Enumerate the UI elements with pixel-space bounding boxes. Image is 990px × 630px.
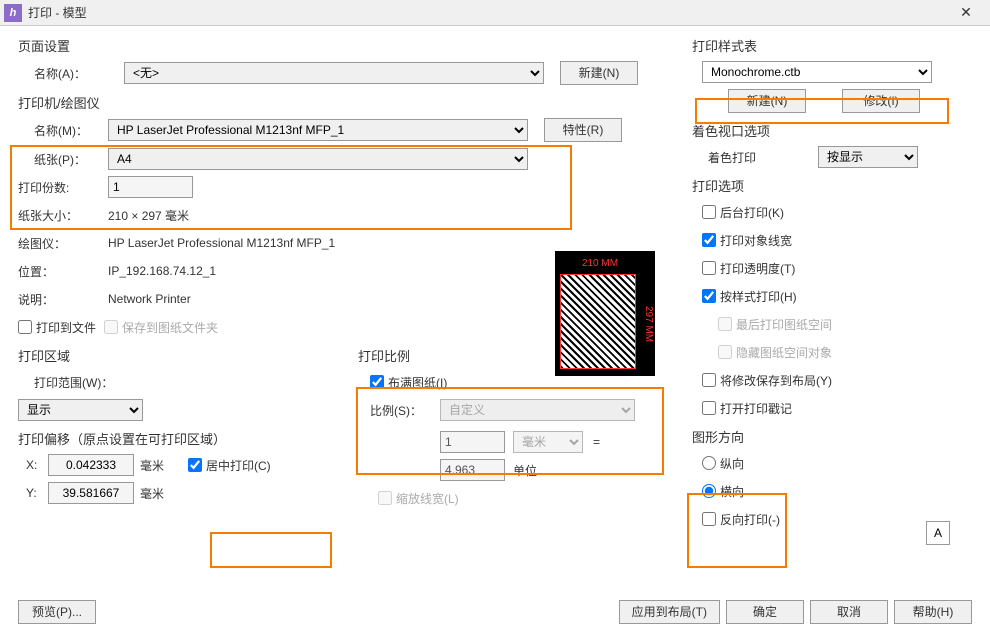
print-to-file-checkbox[interactable]: 打印到文件 bbox=[18, 319, 96, 336]
highlight-center-plot bbox=[210, 532, 332, 568]
paper-width-dim: 210 MM bbox=[556, 258, 644, 269]
window-title: 打印 - 模型 bbox=[28, 4, 946, 21]
plot-stamp-checkbox[interactable]: 打开打印戳记 bbox=[702, 400, 792, 417]
page-setup-name-label: 名称(A)： bbox=[34, 65, 124, 82]
shade-plot-select[interactable]: 按显示 bbox=[818, 146, 918, 168]
plot-area-title: 打印区域 bbox=[18, 346, 348, 365]
page-setup-new-button[interactable]: 新建(N) bbox=[560, 61, 638, 85]
printer-name-label: 名称(M)： bbox=[18, 122, 108, 139]
style-new-button[interactable]: 新建(N) bbox=[728, 89, 806, 113]
paper-select[interactable]: A4 bbox=[108, 148, 528, 170]
plot-range-label: 打印范围(W)： bbox=[34, 374, 113, 391]
plotter-label: 绘图仪： bbox=[18, 235, 108, 252]
offset-y-unit: 毫米 bbox=[140, 485, 164, 502]
center-plot-checkbox[interactable]: 居中打印(C) bbox=[188, 457, 271, 474]
preview-button[interactable]: 预览(P)... bbox=[18, 600, 96, 624]
scale-numerator-input bbox=[440, 431, 505, 453]
scale-lineweights-checkbox: 缩放线宽(L) bbox=[378, 490, 459, 507]
shaded-viewport-title: 着色视口选项 bbox=[692, 121, 972, 140]
location-label: 位置： bbox=[18, 263, 108, 280]
description-label: 说明： bbox=[18, 291, 108, 308]
page-setup-name-select[interactable]: <无> bbox=[124, 62, 544, 84]
plot-range-select[interactable]: 显示 bbox=[18, 399, 143, 421]
portrait-radio[interactable]: 纵向 bbox=[702, 455, 744, 472]
background-plot-checkbox[interactable]: 后台打印(K) bbox=[702, 204, 784, 221]
plot-transparency-checkbox[interactable]: 打印透明度(T) bbox=[702, 260, 795, 277]
reverse-plot-checkbox[interactable]: 反向打印(-) bbox=[702, 511, 780, 528]
location-value: IP_192.168.74.12_1 bbox=[108, 264, 216, 278]
scale-denominator-unit: 单位 bbox=[513, 462, 583, 479]
equals-sign: = bbox=[593, 435, 600, 449]
description-value: Network Printer bbox=[108, 292, 191, 306]
scale-numerator-unit-select: 毫米 bbox=[513, 431, 583, 453]
plot-options-title: 打印选项 bbox=[692, 176, 972, 195]
fit-paper-checkbox[interactable]: 布满图纸(I) bbox=[370, 374, 447, 391]
scale-select: 自定义 bbox=[440, 399, 635, 421]
offset-y-input[interactable] bbox=[48, 482, 134, 504]
style-modify-button[interactable]: 修改(I) bbox=[842, 89, 920, 113]
save-to-folder-checkbox: 保存到图纸文件夹 bbox=[104, 319, 218, 336]
plot-lineweights-checkbox[interactable]: 打印对象线宽 bbox=[702, 232, 792, 249]
printer-properties-button[interactable]: 特性(R) bbox=[544, 118, 622, 142]
ok-button[interactable]: 确定 bbox=[726, 600, 804, 624]
copies-label: 打印份数: bbox=[18, 179, 108, 196]
offset-x-label: X: bbox=[26, 458, 48, 472]
offset-x-unit: 毫米 bbox=[140, 457, 164, 474]
offset-y-label: Y: bbox=[26, 486, 48, 500]
paper-size-value: 210 × 297 毫米 bbox=[108, 207, 189, 224]
style-table-select[interactable]: Monochrome.ctb bbox=[702, 61, 932, 83]
plot-paper-last-checkbox: 最后打印图纸空间 bbox=[718, 316, 832, 333]
copies-input[interactable] bbox=[108, 176, 193, 198]
save-layout-changes-checkbox[interactable]: 将修改保存到布局(Y) bbox=[702, 372, 832, 389]
plot-styles-checkbox[interactable]: 按样式打印(H) bbox=[702, 288, 797, 305]
cancel-button[interactable]: 取消 bbox=[810, 600, 888, 624]
close-button[interactable]: ✕ bbox=[946, 0, 986, 25]
plotter-value: HP LaserJet Professional M1213nf MFP_1 bbox=[108, 236, 335, 250]
plot-offset-title: 打印偏移（原点设置在可打印区域） bbox=[18, 429, 348, 448]
scale-label: 比例(S)： bbox=[370, 402, 440, 419]
help-button[interactable]: 帮助(H) bbox=[894, 600, 972, 624]
orientation-title: 图形方向 bbox=[692, 427, 972, 446]
paper-label: 纸张(P)： bbox=[18, 151, 108, 168]
scale-denominator-input bbox=[440, 459, 505, 481]
paper-preview: 210 MM 297 MM bbox=[555, 251, 655, 376]
printer-title: 打印机/绘图仪 bbox=[18, 93, 673, 112]
hide-paper-objects-checkbox: 隐藏图纸空间对象 bbox=[718, 344, 832, 361]
style-table-title: 打印样式表 bbox=[692, 36, 972, 55]
offset-x-input[interactable] bbox=[48, 454, 134, 476]
app-icon: h bbox=[4, 4, 22, 22]
orientation-icon: A bbox=[926, 521, 950, 545]
shade-plot-label: 着色打印 bbox=[708, 149, 818, 166]
landscape-radio[interactable]: 横向 bbox=[702, 483, 744, 500]
printer-name-select[interactable]: HP LaserJet Professional M1213nf MFP_1 bbox=[108, 119, 528, 141]
paper-size-label: 纸张大小： bbox=[18, 207, 108, 224]
page-setup-title: 页面设置 bbox=[18, 36, 673, 55]
apply-to-layout-button[interactable]: 应用到布局(T) bbox=[619, 600, 720, 624]
paper-height-dim: 297 MM bbox=[641, 276, 654, 373]
